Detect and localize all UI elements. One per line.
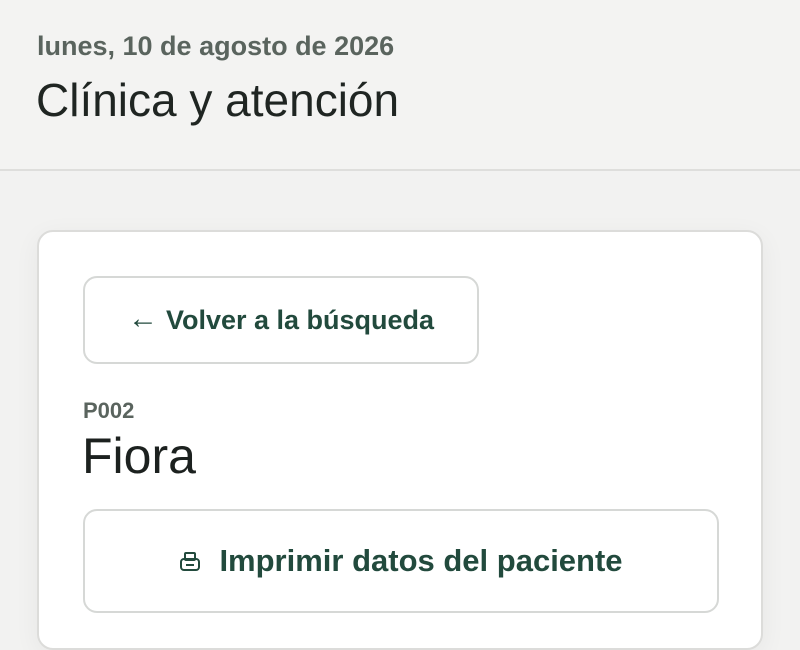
header-date: lunes, 10 de agosto de 2026 xyxy=(37,31,395,61)
back-to-search-button[interactable]: ← Volver a la búsqueda xyxy=(83,276,479,364)
page-header: lunes, 10 de agosto de 2026 Clínica y at… xyxy=(0,0,800,171)
patient-name: Fiora xyxy=(82,428,196,484)
arrow-left-icon: ← xyxy=(127,302,158,335)
print-patient-data-button[interactable]: Imprimir datos del paciente xyxy=(83,509,719,613)
page-title: Clínica y atención xyxy=(36,74,400,126)
patient-id: P002 xyxy=(83,398,135,423)
printer-icon xyxy=(180,552,201,571)
patient-card: ← Volver a la búsqueda P002 Fiora Imprim… xyxy=(37,230,763,650)
print-button-label: Imprimir datos del paciente xyxy=(219,543,623,578)
back-button-label: Volver a la búsqueda xyxy=(165,305,435,335)
